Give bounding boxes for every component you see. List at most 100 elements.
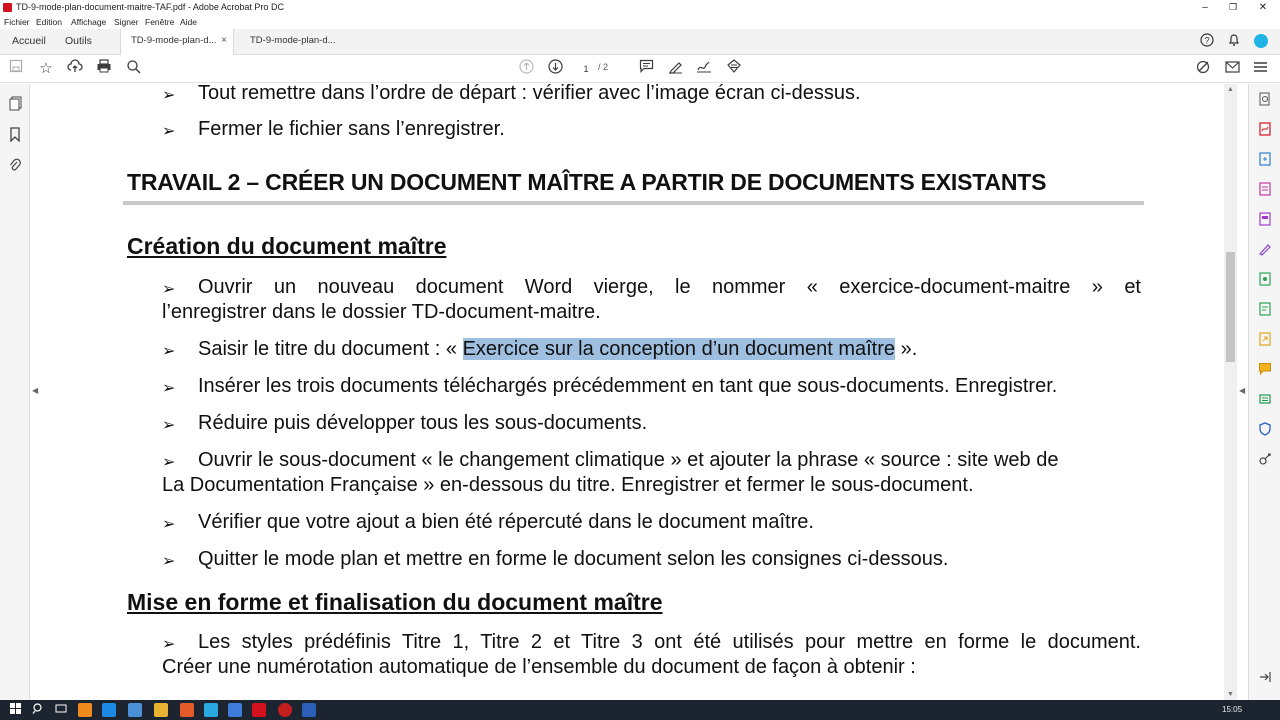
edit-pages-icon[interactable] (1255, 302, 1275, 322)
bookmarks-icon[interactable] (5, 127, 25, 147)
comment-tool-icon[interactable] (1255, 362, 1275, 382)
send-for-review-icon[interactable] (1255, 272, 1275, 292)
collapse-tools-pane-icon[interactable] (1255, 669, 1275, 689)
file-explorer-icon[interactable] (154, 703, 168, 717)
doc-line: Insérer les trois documents téléchargés … (198, 375, 1058, 397)
word-icon[interactable] (302, 703, 316, 717)
taskbar-search-icon[interactable] (30, 703, 44, 717)
previous-page-icon[interactable] (516, 59, 536, 79)
vertical-scrollbar[interactable]: ▲ ▼ (1224, 84, 1237, 700)
bullet-arrow-icon: ➢ (162, 123, 176, 140)
taskbar-clock[interactable]: 15:05 (1222, 705, 1242, 714)
zoom-search-icon[interactable] (124, 59, 144, 79)
print-production-icon[interactable] (1255, 392, 1275, 412)
bullet-arrow-icon: ➢ (162, 516, 176, 533)
task-view-icon[interactable] (54, 703, 68, 717)
tab-document-2[interactable]: TD-9-mode-plan-d... (240, 29, 350, 55)
share-file-icon[interactable] (1255, 332, 1275, 352)
heading-rule (123, 201, 1144, 205)
protect-shield-icon[interactable] (1255, 422, 1275, 442)
fill-sign-tool-icon[interactable] (1255, 242, 1275, 262)
doc-line: Vérifier que votre ajout a bien été répe… (198, 511, 814, 533)
right-tools-panel (1248, 84, 1280, 700)
bullet-arrow-icon: ➢ (162, 636, 176, 653)
save-icon[interactable] (6, 59, 26, 79)
collapse-right-panel-icon[interactable]: ◀ (1239, 386, 1245, 395)
doc-text: ». (900, 338, 918, 360)
collapse-left-panel-icon[interactable]: ◀ (32, 386, 38, 395)
tab-document-1[interactable]: TD-9-mode-plan-d... × (120, 29, 234, 56)
doc-line: La Documentation Française » en-dessous … (162, 474, 974, 496)
bullet-arrow-icon: ➢ (162, 281, 176, 298)
skype-icon[interactable] (204, 703, 218, 717)
next-page-icon[interactable] (545, 59, 565, 79)
recording-app-icon[interactable] (278, 703, 292, 717)
firefox-icon[interactable] (78, 703, 92, 717)
app-window-icon[interactable] (228, 703, 242, 717)
doc-line: Ouvrir un nouveau document Word vierge, … (198, 276, 1141, 298)
combine-files-icon[interactable] (1255, 182, 1275, 202)
comment-icon[interactable] (636, 59, 656, 79)
help-icon[interactable]: ? (1198, 33, 1216, 51)
doc-line: Fermer le fichier sans l’enregistrer. (198, 118, 505, 140)
windows-start-icon[interactable] (8, 703, 22, 717)
tab-outils[interactable]: Outils (65, 35, 92, 47)
outlook-icon[interactable] (102, 703, 116, 717)
doc-line-title-entry: Saisir le titre du document : « Exercice… (198, 338, 917, 361)
close-window-button[interactable]: ✕ (1250, 1, 1276, 14)
tab-bar: Accueil Outils TD-9-mode-plan-d... × TD-… (0, 29, 1280, 56)
page-count: / 2 (598, 62, 609, 72)
highlight-pen-icon[interactable] (665, 59, 685, 79)
menu-aide[interactable]: Aide (180, 17, 197, 27)
tab-document-1-label: TD-9-mode-plan-d... (131, 35, 217, 46)
selected-text-highlight[interactable]: Exercice sur la conception d’un document… (462, 338, 896, 360)
print-icon[interactable] (94, 59, 114, 79)
scroll-up-icon[interactable]: ▲ (1227, 86, 1234, 93)
page-thumbnails-icon[interactable] (5, 96, 25, 116)
doc-text: Saisir le titre du document : « (198, 338, 458, 360)
menu-affichage[interactable]: Affichage (71, 17, 106, 27)
notifications-bell-icon[interactable] (1225, 33, 1243, 51)
create-pdf-icon[interactable] (1255, 152, 1275, 172)
menu-bar: Fichier Edition Affichage Signer Fenêtre… (0, 15, 1280, 29)
search-tool-icon[interactable] (1255, 92, 1275, 112)
windows-taskbar: 15:05 (0, 700, 1280, 720)
email-icon[interactable] (1222, 59, 1242, 79)
maximize-button[interactable]: ❐ (1220, 1, 1246, 14)
acrobat-app-icon (3, 3, 12, 12)
fill-sign-icon[interactable] (694, 59, 714, 79)
scroll-down-icon[interactable]: ▼ (1227, 691, 1234, 698)
bullet-arrow-icon: ➢ (162, 553, 176, 570)
title-bar: TD-9-mode-plan-document-maitre-TAF.pdf -… (0, 0, 1280, 15)
tab-document-2-label: TD-9-mode-plan-d... (250, 35, 336, 46)
edit-pdf-icon[interactable] (1193, 59, 1213, 79)
redact-tool-icon[interactable] (724, 59, 744, 79)
customize-tools-icon[interactable] (1255, 452, 1275, 472)
heading-travail-2: TRAVAIL 2 – CRÉER UN DOCUMENT MAÎTRE A P… (127, 169, 1047, 195)
upload-cloud-icon[interactable] (65, 59, 85, 79)
doc-line: Créer une numérotation automatique de l’… (162, 656, 916, 678)
organize-pages-icon[interactable] (1255, 212, 1275, 232)
app-icon[interactable] (128, 703, 142, 717)
bullet-arrow-icon: ➢ (162, 454, 176, 471)
left-navigation-panel (0, 84, 30, 700)
export-pdf-icon[interactable] (1255, 122, 1275, 142)
tab-accueil[interactable]: Accueil (12, 35, 46, 47)
more-tools-icon[interactable] (1250, 59, 1270, 79)
scrollbar-thumb[interactable] (1226, 252, 1235, 362)
page-number-input[interactable] (576, 61, 596, 76)
account-avatar-icon[interactable] (1252, 33, 1270, 51)
minimize-button[interactable]: – (1192, 1, 1218, 14)
window-title: TD-9-mode-plan-document-maitre-TAF.pdf -… (16, 2, 284, 12)
acrobat-taskbar-icon[interactable] (252, 703, 266, 717)
menu-edition[interactable]: Edition (36, 17, 62, 27)
brave-browser-icon[interactable] (180, 703, 194, 717)
bookmark-star-icon[interactable]: ☆ (36, 59, 56, 79)
menu-fichier[interactable]: Fichier (4, 17, 30, 27)
attachments-paperclip-icon[interactable] (5, 158, 25, 178)
close-tab-icon[interactable]: × (221, 35, 227, 46)
menu-signer[interactable]: Signer (114, 17, 139, 27)
menu-fenetre[interactable]: Fenêtre (145, 17, 174, 27)
bullet-arrow-icon: ➢ (162, 87, 176, 104)
bullet-arrow-icon: ➢ (162, 417, 176, 434)
